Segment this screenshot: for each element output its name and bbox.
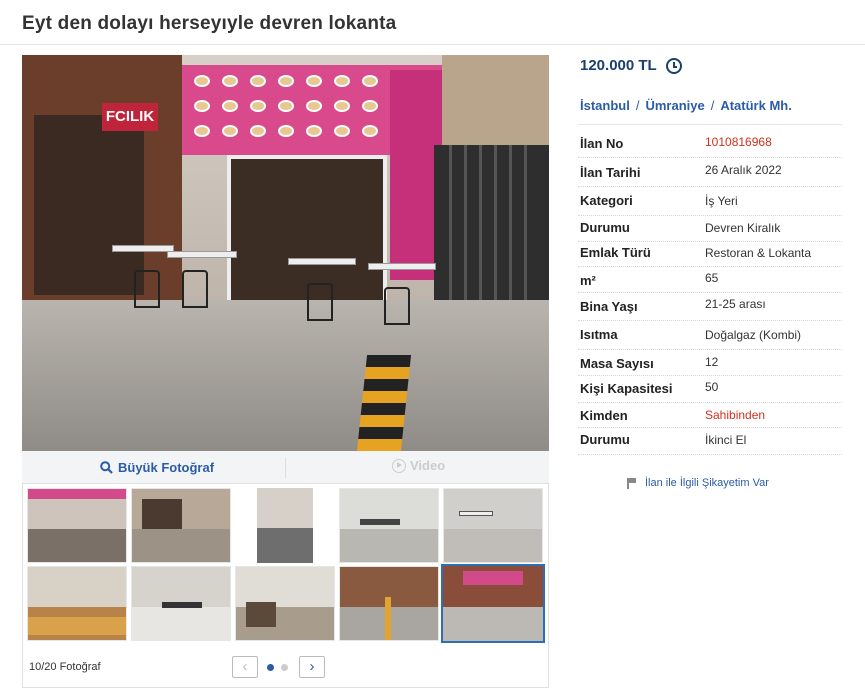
- shop-sign: FCILIK: [102, 103, 158, 131]
- location-district[interactable]: Ümraniye: [645, 98, 704, 113]
- detail-key: İlan Tarihi: [580, 165, 641, 180]
- detail-row: Kategori İş Yeri: [578, 187, 842, 216]
- detail-key: Emlak Türü: [580, 245, 651, 260]
- photo-toolbar: Büyük Fotoğraf Video: [22, 451, 549, 484]
- thumbnail-strip: 10/20 Fotoğraf ‹ ›: [22, 484, 549, 688]
- thumbnail-active[interactable]: [441, 564, 545, 643]
- detail-row: Kişi Kapasitesi 50: [578, 376, 842, 403]
- listing-title: Eyt den dolayı herseyıyle devren lokanta: [22, 13, 397, 34]
- detail-row: Masa Sayısı 12: [578, 350, 842, 376]
- title-divider: [0, 44, 865, 45]
- chevron-left-icon: ‹: [242, 658, 248, 675]
- detail-row: m² 65: [578, 267, 842, 293]
- location-neighborhood[interactable]: Atatürk Mh.: [720, 98, 792, 113]
- price: 120.000 TL: [580, 57, 682, 74]
- detail-value: İkinci El: [705, 433, 747, 447]
- detail-row: Bina Yaşı 21-25 arası: [578, 293, 842, 321]
- detail-value: 50: [705, 380, 719, 394]
- location-city[interactable]: İstanbul: [580, 98, 630, 113]
- detail-row: Isıtma Doğalgaz (Kombi): [578, 321, 842, 350]
- detail-value: 65: [705, 271, 719, 285]
- video-label: Video: [410, 458, 446, 473]
- detail-key: Durumu: [580, 432, 630, 447]
- detail-row: Durumu Devren Kiralık: [578, 216, 842, 242]
- flag-icon: [627, 477, 637, 489]
- thumbnail[interactable]: [27, 488, 127, 563]
- detail-value: Restoran & Lokanta: [705, 246, 812, 260]
- detail-value: Doğalgaz (Kombi): [705, 328, 802, 342]
- thumbnail[interactable]: [131, 566, 231, 641]
- price-value: 120.000 TL: [580, 57, 657, 74]
- detail-key: İlan No: [580, 136, 624, 151]
- thumbnail[interactable]: [27, 566, 127, 641]
- detail-row: Emlak Türü Restoran & Lokanta: [578, 242, 842, 267]
- prev-page-button[interactable]: ‹: [232, 656, 258, 678]
- detail-key: Durumu: [580, 220, 630, 235]
- next-page-button[interactable]: ›: [299, 656, 325, 678]
- detail-value: Sahibinden: [705, 408, 766, 422]
- complaint-label: İlan ile İlgili Şikayetim Var: [645, 477, 769, 489]
- thumbnail[interactable]: [339, 488, 439, 563]
- breadcrumb-location: İstanbul / Ümraniye / Atatürk Mh.: [580, 98, 792, 113]
- detail-key: Masa Sayısı: [580, 356, 654, 371]
- detail-value: Devren Kiralık: [705, 221, 781, 235]
- play-icon: [392, 458, 406, 473]
- detail-key: Bina Yaşı: [580, 299, 638, 314]
- detail-value: 26 Aralık 2022: [705, 163, 782, 177]
- detail-value: 12: [705, 355, 719, 369]
- detail-row: Durumu İkinci El: [578, 428, 842, 455]
- chevron-right-icon: ›: [309, 658, 315, 675]
- detail-row: İlan Tarihi 26 Aralık 2022: [578, 158, 842, 187]
- breadcrumb-separator: /: [710, 98, 715, 113]
- detail-key: Kimden: [580, 408, 628, 423]
- detail-key: Kişi Kapasitesi: [580, 381, 673, 396]
- page-dot[interactable]: [281, 664, 288, 671]
- large-photo-label: Büyük Fotoğraf: [118, 460, 215, 475]
- details-table: İlan No 1010816968 İlan Tarihi 26 Aralık 2…: [578, 130, 842, 455]
- complaint-link[interactable]: İlan ile İlgili Şikayetim Var: [627, 477, 769, 489]
- detail-value: İş Yeri: [705, 194, 738, 208]
- detail-key: Isıtma: [580, 327, 618, 342]
- thumbnail[interactable]: [339, 566, 439, 641]
- main-photo[interactable]: FCILIK: [22, 55, 549, 451]
- page-dot-active[interactable]: [267, 664, 274, 671]
- video-button[interactable]: Video: [392, 458, 445, 473]
- detail-key: Kategori: [580, 193, 633, 208]
- detail-value: 21-25 arası: [705, 297, 766, 311]
- detail-value: 1010816968: [705, 135, 772, 149]
- thumbnail[interactable]: [235, 488, 335, 563]
- large-photo-button[interactable]: Büyük Fotoğraf: [100, 460, 214, 475]
- detail-row: İlan No 1010816968: [578, 130, 842, 158]
- history-icon[interactable]: [665, 57, 682, 74]
- detail-key: m²: [580, 273, 596, 288]
- detail-row: Kimden Sahibinden: [578, 403, 842, 428]
- photo-counter: 10/20 Fotoğraf: [29, 661, 101, 673]
- thumbnail[interactable]: [131, 488, 231, 563]
- thumbnail[interactable]: [443, 488, 543, 563]
- thumbnail[interactable]: [235, 566, 335, 641]
- breadcrumb-separator: /: [635, 98, 640, 113]
- magnifier-icon: [100, 461, 113, 474]
